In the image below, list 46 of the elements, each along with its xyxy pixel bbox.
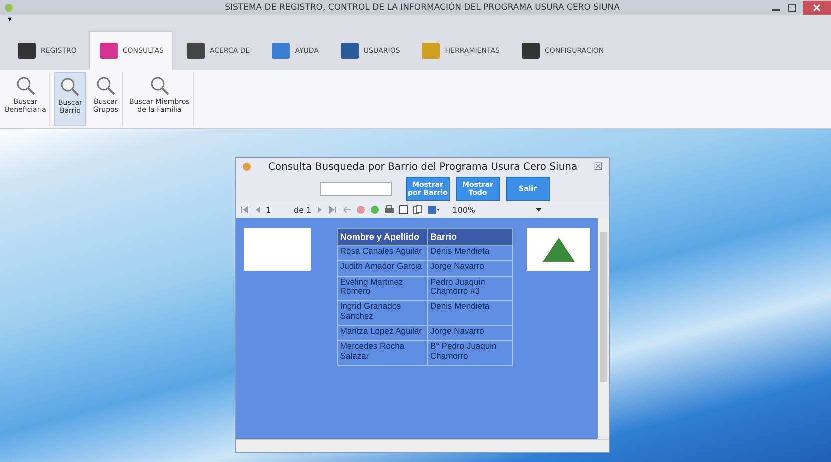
column-header: Barrio <box>428 228 513 246</box>
table-cell: Eveling Martinez Romero <box>338 276 428 301</box>
next-page-icon[interactable] <box>316 205 324 215</box>
back-icon[interactable] <box>342 205 352 215</box>
table-cell: Mercedes Rocha Salazar <box>338 340 428 366</box>
table-cell: Rosa Canales Aguilar <box>338 246 428 261</box>
print-layout-icon[interactable] <box>398 205 409 215</box>
search-icon <box>16 76 36 96</box>
search-icon <box>96 76 116 96</box>
horizontal-scrollbar[interactable] <box>236 439 609 452</box>
previous-page-icon[interactable] <box>254 205 262 215</box>
window-title: SISTEMA DE REGISTRO, CONTROL DE LA INFORMACIÓN DEL PROGRAMA USURA CERO SIUNA <box>224 2 621 12</box>
stop-icon[interactable] <box>356 205 366 215</box>
first-page-icon[interactable] <box>240 205 250 215</box>
table-cell: Denis Mendieta <box>428 300 513 326</box>
table-cell: Ingrid Granados Sanchez <box>338 300 428 326</box>
dropdown-arrow-icon <box>536 208 542 212</box>
search-icon <box>150 76 170 96</box>
table-cell: Pedro Juaquin Chamorro #3 <box>428 276 513 301</box>
table-cell: Jorge Navarro <box>428 326 513 341</box>
page-setup-icon[interactable] <box>412 205 423 215</box>
print-icon[interactable] <box>384 205 395 215</box>
page-number-field[interactable]: 1 <box>266 206 290 214</box>
save-icon[interactable] <box>426 205 441 215</box>
close-icon[interactable] <box>803 0 831 14</box>
refresh-icon[interactable] <box>370 205 380 215</box>
emblem-placeholder <box>527 228 590 271</box>
table-cell: B° Pedro Juaquin Chamorro <box>428 340 513 366</box>
quick-access-menu[interactable]: ▾ <box>8 15 12 24</box>
table-cell: Maritza Lopez Aguilar <box>338 326 428 341</box>
vertical-scrollbar[interactable] <box>598 218 609 439</box>
close-button[interactable]: ☒ <box>594 162 603 172</box>
dialog-title: Consulta Busqueda por Barrio del Programa Usura Cero Siuna <box>267 162 579 172</box>
app-icon <box>242 162 252 172</box>
search-field[interactable] <box>320 182 392 196</box>
last-page-icon[interactable] <box>328 205 338 215</box>
table-cell: Denis Mendieta <box>428 246 513 261</box>
search-icon <box>60 77 80 97</box>
maximize-icon[interactable] <box>787 2 797 12</box>
app-icon <box>4 2 14 12</box>
zoom-dropdown[interactable]: 100% <box>452 206 542 214</box>
page-count: de 1 <box>294 206 312 214</box>
table-cell: Jorge Navarro <box>428 260 513 276</box>
column-header: Nombre y Apellido <box>338 228 428 246</box>
table-cell: Judith Amador Garcia <box>338 260 428 276</box>
logo-placeholder <box>244 228 312 271</box>
